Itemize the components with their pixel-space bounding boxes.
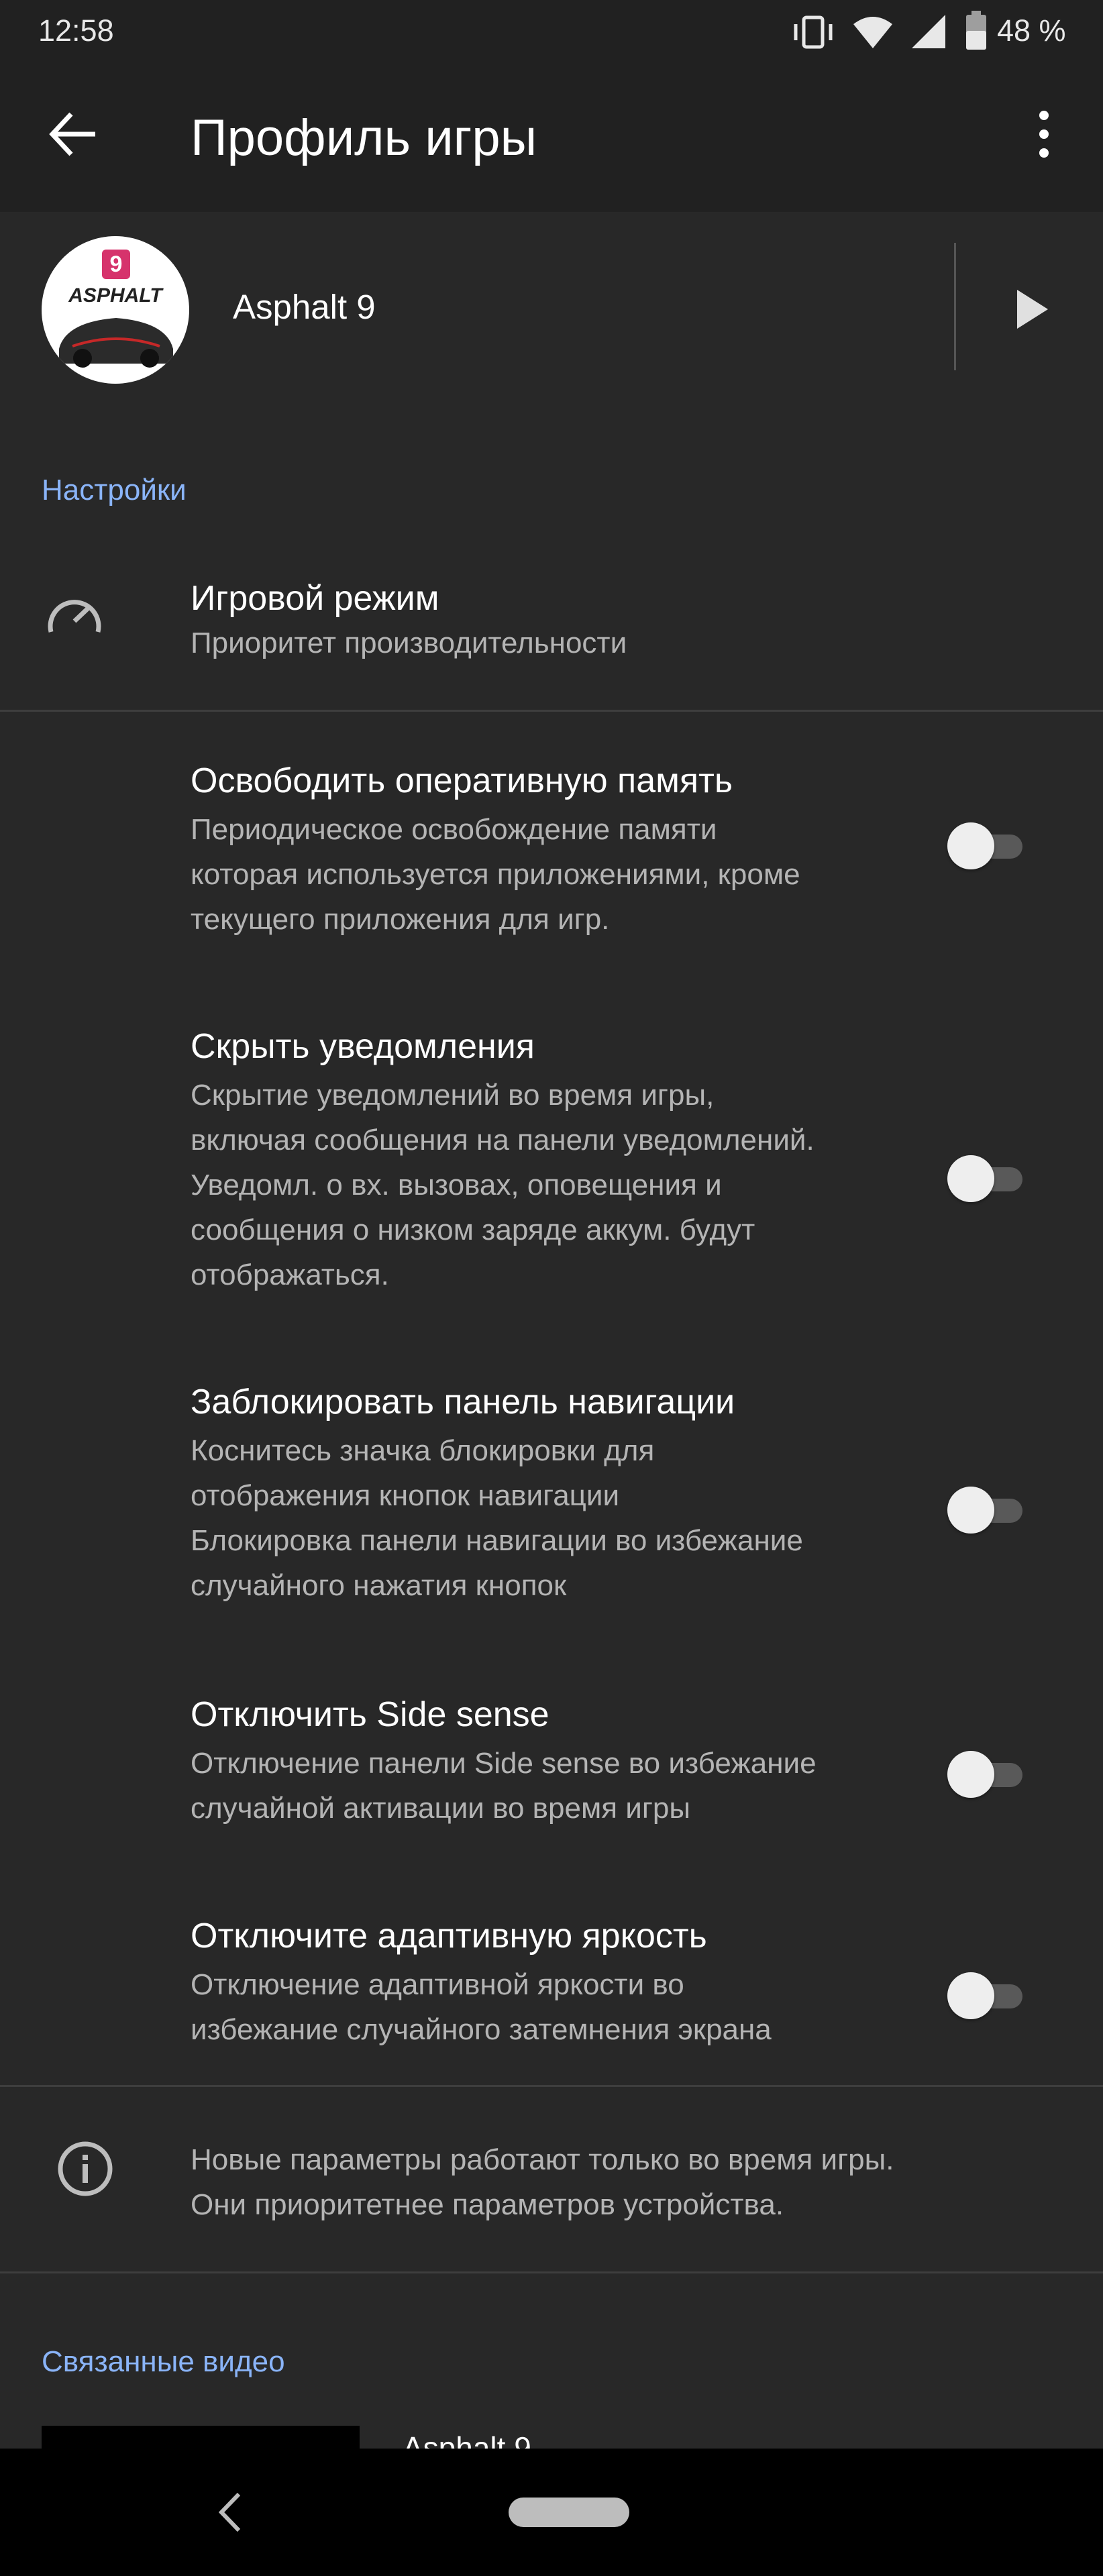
option-title: Отключите адаптивную яркость <box>191 1917 707 1955</box>
divider <box>0 2085 1103 2087</box>
option-line: отображаться. <box>191 1258 389 1291</box>
game-mode-subtitle: Приоритет производительности <box>191 627 627 659</box>
option-adaptive-brightness[interactable]: Отключите адаптивную яркость Отключение … <box>0 1907 1103 2068</box>
status-bar: 12:58 48 % <box>0 0 1103 64</box>
option-line: Коснитесь значка блокировки для <box>191 1434 655 1467</box>
option-title: Освободить оперативную память <box>191 761 733 800</box>
game-mode-row[interactable]: Игровой режим Приоритет производительнос… <box>0 557 1103 711</box>
arrow-left-icon[interactable] <box>47 107 101 161</box>
signal-icon <box>912 15 945 48</box>
option-line: Уведомл. о вх. вызовах, оповещения и <box>191 1169 722 1201</box>
option-line: случайного нажатия кнопок <box>191 1569 567 1602</box>
navigation-bar <box>0 2449 1103 2576</box>
game-mode-title: Игровой режим <box>191 579 439 618</box>
divider <box>0 710 1103 712</box>
adaptive-brightness-toggle[interactable] <box>947 1972 1028 2019</box>
logo-badge: 9 <box>102 250 130 279</box>
car-image <box>59 318 173 368</box>
vibrate-icon <box>794 15 833 49</box>
option-line: Периодическое освобождение памяти <box>191 813 717 846</box>
option-line: Скрытие уведомлений во время игры, <box>191 1079 715 1112</box>
status-time: 12:58 <box>38 13 114 48</box>
side-sense-toggle[interactable] <box>947 1751 1028 1798</box>
option-lock-navigation[interactable]: Заблокировать панель навигации Коснитесь… <box>0 1373 1103 1627</box>
option-line: сообщения о низком заряде аккум. будут <box>191 1214 755 1246</box>
game-logo: 9 ASPHALT <box>42 236 189 384</box>
option-hide-notifications[interactable]: Скрыть уведомления Скрытие уведомлений в… <box>0 1017 1103 1319</box>
option-line: текущего приложения для игр. <box>191 903 610 936</box>
nav-back-icon[interactable] <box>213 2489 247 2536</box>
option-free-ram[interactable]: Освободить оперативную память Периодичес… <box>0 751 1103 953</box>
option-line: избежание случайного затемнения экрана <box>191 2013 772 2046</box>
option-line: Отключение адаптивной яркости во <box>191 1968 684 2001</box>
option-line: отображения кнопок навигации <box>191 1479 620 1512</box>
info-line: Новые параметры работают только во время… <box>191 2143 894 2176</box>
option-line: Блокировка панели навигации во избежание <box>191 1524 803 1557</box>
info-line: Они приоритетнее параметров устройства. <box>191 2188 784 2221</box>
header-divider <box>954 243 956 370</box>
game-name: Asphalt 9 <box>233 288 376 326</box>
settings-section-title: Настройки <box>42 474 187 506</box>
hide-notifications-toggle[interactable] <box>947 1155 1028 1202</box>
logo-text: ASPHALT <box>68 284 162 307</box>
app-bar: Профиль игры <box>0 64 1103 212</box>
battery-percent: 48 % <box>997 13 1066 48</box>
option-title: Заблокировать панель навигации <box>191 1383 735 1421</box>
related-videos-title: Связанные видео <box>42 2345 285 2378</box>
option-title: Скрыть уведомления <box>191 1027 535 1066</box>
option-line: случайной активации во время игры <box>191 1792 691 1825</box>
info-icon <box>58 2141 113 2196</box>
home-pill-icon[interactable] <box>509 2498 629 2527</box>
game-header[interactable]: 9 ASPHALT Asphalt 9 <box>0 212 1103 413</box>
wifi-icon <box>853 17 892 48</box>
divider <box>0 2271 1103 2273</box>
battery-icon <box>966 11 986 50</box>
free-ram-toggle[interactable] <box>947 822 1028 869</box>
option-line: которая используется приложениями, кроме <box>191 858 800 891</box>
option-disable-side-sense[interactable]: Отключить Side sense Отключение панели S… <box>0 1685 1103 1846</box>
option-line: Отключение панели Side sense во избежани… <box>191 1747 817 1780</box>
page-title: Профиль игры <box>191 109 537 166</box>
more-vert-icon[interactable] <box>1031 107 1057 161</box>
lock-navigation-toggle[interactable] <box>947 1487 1028 1534</box>
speedometer-icon <box>48 600 101 633</box>
play-icon[interactable] <box>1012 286 1052 333</box>
option-line: включая сообщения на панели уведомлений. <box>191 1124 815 1157</box>
option-title: Отключить Side sense <box>191 1695 549 1734</box>
